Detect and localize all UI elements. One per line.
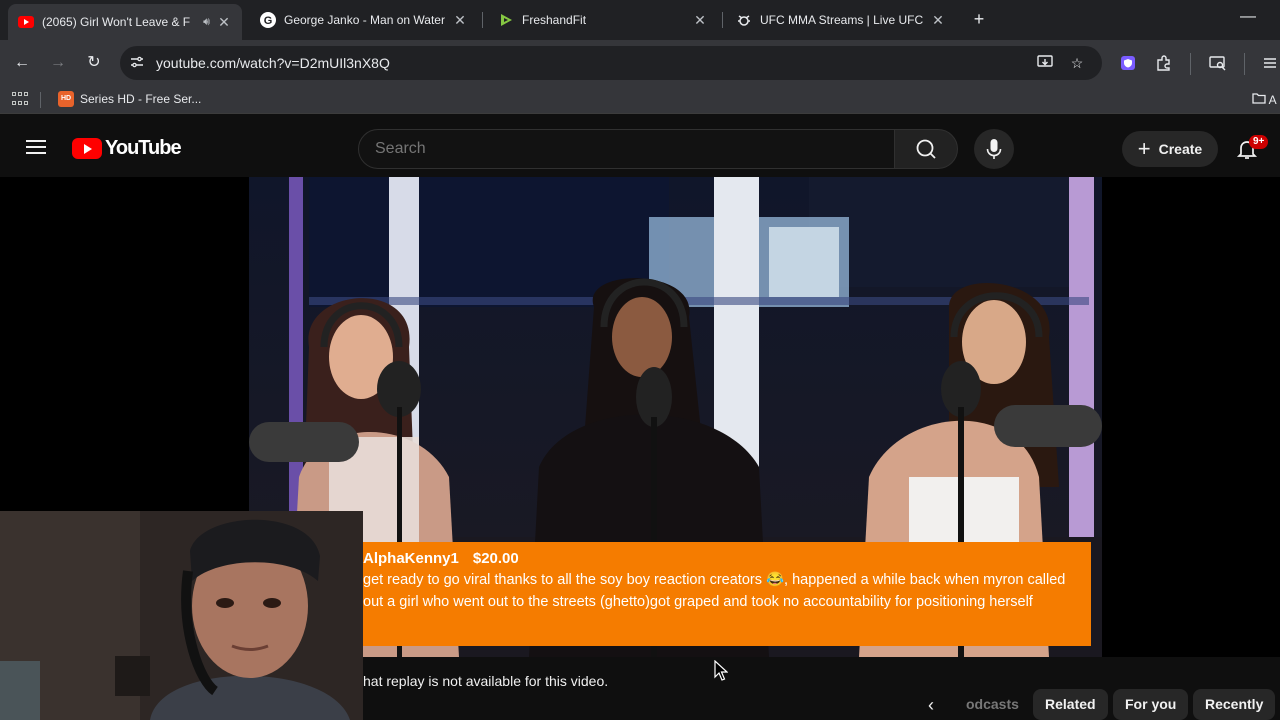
tab-youtube-video[interactable]: (2065) Girl Won't Leave & F 🔊︎ ✕ — [8, 4, 242, 40]
tab-title: UFC MMA Streams | Live UFC C — [760, 13, 924, 27]
chip-recently-uploaded[interactable]: Recently — [1193, 689, 1276, 720]
menu-icon[interactable] — [1260, 54, 1280, 74]
toolbar-separator — [1244, 53, 1245, 75]
chip-for-you[interactable]: For you — [1113, 689, 1189, 720]
tab-george-janko[interactable]: G George Janko - Man on Water ✕ — [250, 6, 478, 34]
toolbar-separator — [1190, 53, 1191, 75]
tab-separator — [722, 12, 723, 28]
tab-title: George Janko - Man on Water — [284, 13, 445, 27]
site-settings-icon[interactable] — [128, 54, 146, 72]
chat-replay-notice: hat replay is not available for this vid… — [363, 673, 609, 689]
search-box[interactable] — [358, 129, 896, 169]
youtube-header: YouTube + Create 9+ — [0, 114, 1280, 177]
browser-tab-strip: (2065) Girl Won't Leave & F 🔊︎ ✕ G Georg… — [0, 0, 1280, 40]
superchat-message: get ready to go viral thanks to all the … — [363, 572, 1066, 610]
plus-icon: + — [1137, 136, 1151, 161]
bug-icon — [736, 12, 752, 28]
mouse-cursor-icon — [714, 659, 729, 687]
close-tab-icon[interactable]: ✕ — [692, 12, 708, 29]
browser-toolbar: ← → ↻ youtube.com/watch?v=D2mUIl3nX8Q ☆ — [0, 40, 1280, 86]
address-bar[interactable]: youtube.com/watch?v=D2mUIl3nX8Q ☆ — [120, 46, 1102, 80]
search-input[interactable] — [375, 140, 875, 158]
superchat-amount: $20.00 — [472, 550, 519, 567]
tab-separator — [482, 12, 483, 28]
chip-podcasts[interactable]: odcasts — [954, 689, 1031, 720]
folder-icon — [1252, 93, 1266, 104]
chevron-left-icon[interactable]: ‹ — [928, 695, 948, 715]
bookmark-series-hd[interactable]: HD Series HD - Free Ser... — [58, 91, 201, 107]
related-chips-bar: ‹ odcasts Related For you Recently — [924, 689, 1280, 720]
series-hd-icon: HD — [58, 91, 74, 107]
chip-related[interactable]: Related — [1033, 689, 1108, 720]
voice-search-button[interactable] — [974, 129, 1014, 169]
url-text[interactable]: youtube.com/watch?v=D2mUIl3nX8Q — [156, 55, 390, 71]
minimize-icon[interactable]: — — [1240, 8, 1256, 26]
new-tab-button[interactable]: + — [968, 8, 990, 30]
youtube-play-icon — [72, 138, 102, 159]
search-icon — [916, 139, 936, 159]
bookmark-label: Series HD - Free Ser... — [80, 92, 202, 106]
bookmarks-bar: HD Series HD - Free Ser... A — [0, 86, 1280, 114]
extensions-puzzle-icon[interactable] — [1154, 54, 1174, 74]
superchat-banner: AlphaKenny1 $20.00 get ready to go viral… — [363, 542, 1091, 646]
back-arrow-icon[interactable]: ← — [11, 52, 33, 74]
svg-text:G: G — [264, 15, 273, 27]
superchat-username: AlphaKenny1 — [363, 550, 459, 567]
tab-title: (2065) Girl Won't Leave & F — [42, 15, 191, 29]
superchat-header: AlphaKenny1 $20.00 — [363, 550, 1079, 567]
notification-count-badge: 9+ — [1249, 135, 1269, 149]
forward-arrow-icon[interactable]: → — [47, 52, 69, 74]
apps-grid-icon[interactable] — [12, 92, 28, 108]
streamer-webcam-feed — [0, 511, 363, 720]
cast-media-icon[interactable] — [1208, 54, 1228, 74]
create-button[interactable]: + Create — [1122, 131, 1218, 167]
google-icon: G — [260, 12, 276, 28]
close-tab-icon[interactable]: ✕ — [930, 12, 946, 29]
microphone-icon — [986, 139, 1002, 159]
install-app-icon[interactable] — [1036, 54, 1054, 72]
bookmark-separator — [40, 92, 41, 108]
reload-icon[interactable]: ↻ — [83, 52, 105, 74]
youtube-logo[interactable]: YouTube — [72, 137, 182, 160]
close-tab-icon[interactable]: ✕ — [216, 14, 232, 31]
tab-title: FreshandFit — [522, 13, 587, 27]
speaker-icon[interactable]: 🔊︎ — [203, 16, 210, 29]
youtube-logo-text: YouTube — [105, 137, 182, 159]
close-tab-icon[interactable]: ✕ — [452, 12, 468, 29]
tab-freshandfit[interactable]: FreshandFit ✕ — [488, 6, 718, 34]
bookmark-star-icon[interactable]: ☆ — [1068, 54, 1086, 72]
search-button[interactable] — [894, 129, 958, 169]
webcam-overlay — [0, 511, 363, 720]
youtube-icon — [18, 14, 34, 30]
create-label: Create — [1158, 141, 1203, 157]
guide-menu-icon[interactable] — [26, 140, 46, 154]
bookmark-folder[interactable]: A — [1252, 92, 1277, 107]
tab-ufc-streams[interactable]: UFC MMA Streams | Live UFC C ✕ — [726, 6, 956, 34]
bookmark-folder-label: A — [1268, 93, 1277, 107]
rumble-icon — [498, 12, 514, 28]
extension-shield-icon[interactable] — [1118, 54, 1138, 74]
